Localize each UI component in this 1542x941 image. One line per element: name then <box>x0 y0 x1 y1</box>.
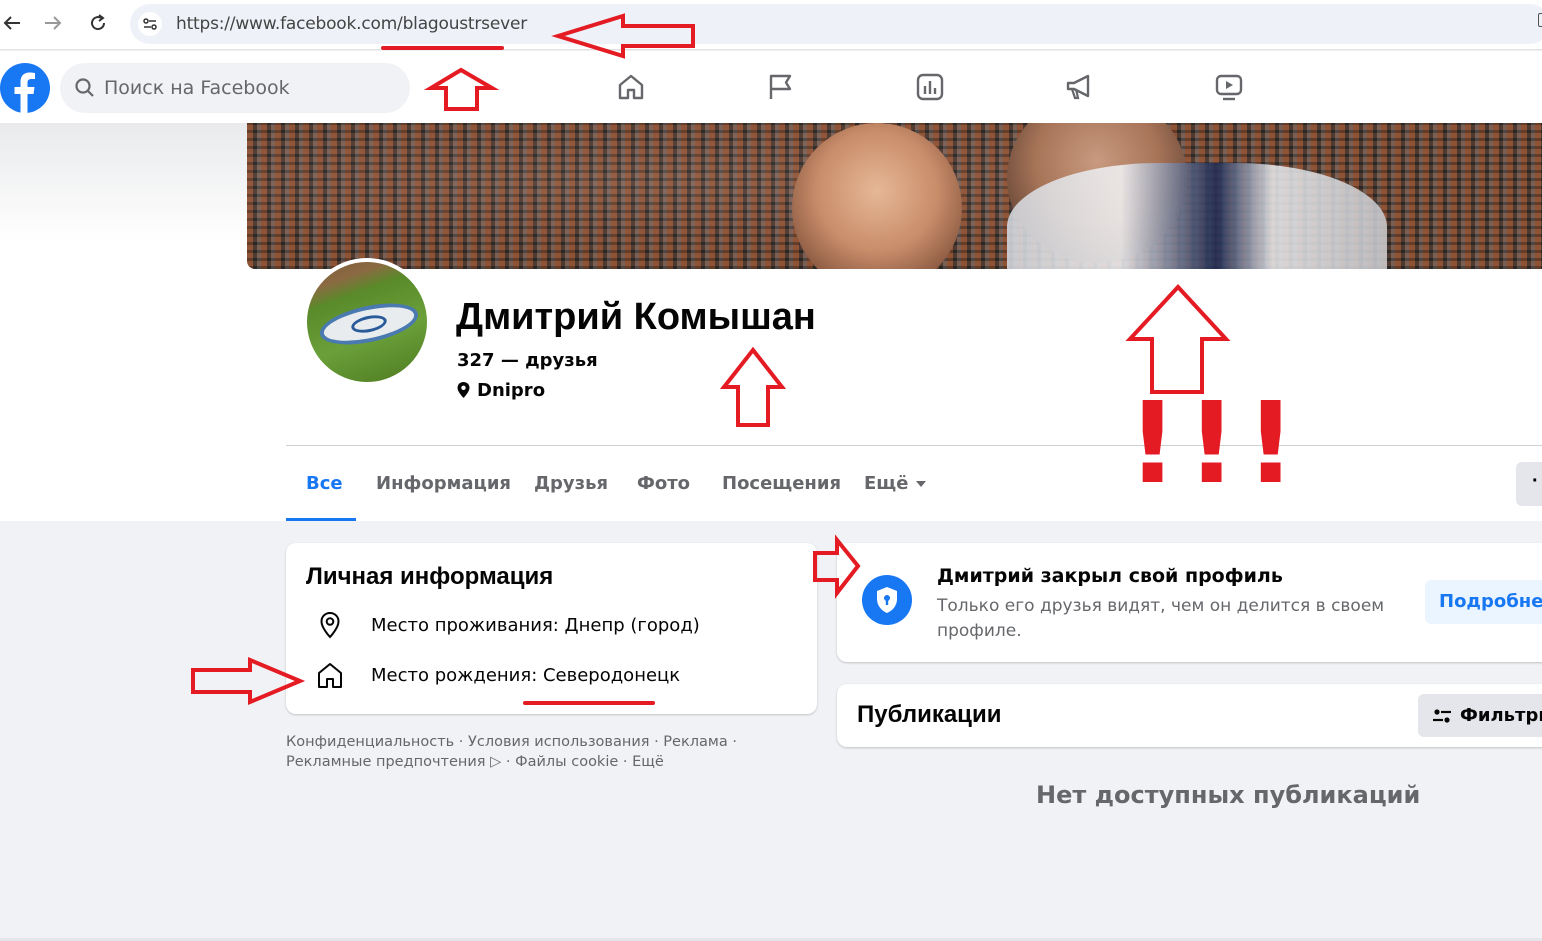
footer-links-line1[interactable]: Конфиденциальность · Условия использован… <box>286 732 756 752</box>
location-text: Dnipro <box>477 379 546 401</box>
footer-links[interactable]: Конфиденциальность · Условия использован… <box>286 732 756 772</box>
tab-more-label: Ещё <box>864 473 909 494</box>
no-posts-message: Нет доступных публикаций <box>1036 781 1421 809</box>
reload-icon[interactable] <box>85 10 111 36</box>
annotation-arrow-right-home <box>191 656 306 706</box>
active-tab-indicator <box>286 518 356 521</box>
profile-divider <box>286 445 1542 446</box>
birthplace-text: Место рождения: Северодонецк <box>371 664 681 686</box>
location-pin-icon <box>457 382 470 398</box>
tab-friends[interactable]: Друзья <box>534 460 608 510</box>
residence-text: Место проживания: Днепр (город) <box>371 614 700 636</box>
tab-photos[interactable]: Фото <box>637 460 690 510</box>
residence-row: Место проживания: Днепр (город) <box>314 609 700 641</box>
profile-location: Dnipro <box>457 379 545 401</box>
birthplace-row: Место рождения: Северодонецк <box>314 659 680 691</box>
search-icon <box>75 78 94 97</box>
url-text[interactable]: https://www.facebook.com/blagoustrsever <box>176 14 527 34</box>
facebook-header <box>0 51 1542 123</box>
search-input[interactable] <box>104 63 394 113</box>
video-icon[interactable] <box>1213 71 1245 103</box>
locked-profile-card: Дмитрий закрыл свой профиль Только его д… <box>837 543 1542 662</box>
flag-icon[interactable] <box>765 71 797 103</box>
tab-all[interactable]: Все <box>306 460 343 510</box>
forward-arrow-icon[interactable] <box>40 10 66 36</box>
posts-card: Публикации Фильтры <box>837 684 1542 747</box>
side-panel-icon[interactable] <box>1538 13 1542 27</box>
profile-more-button[interactable]: · <box>1516 462 1542 506</box>
address-bar[interactable]: https://www.facebook.com/blagoustrsever <box>130 4 1542 44</box>
filters-icon <box>1433 708 1451 723</box>
tab-check-ins[interactable]: Посещения <box>722 460 841 510</box>
home-icon[interactable] <box>615 71 647 103</box>
site-settings-icon[interactable] <box>138 12 162 36</box>
megaphone-icon[interactable] <box>1063 71 1095 103</box>
annotation-exclamation: !!! <box>1127 379 1305 509</box>
dashboard-icon[interactable] <box>914 71 946 103</box>
page-gutter <box>0 123 247 243</box>
posts-title: Публикации <box>857 701 1002 728</box>
locked-profile-title: Дмитрий закрыл свой профиль <box>937 565 1283 587</box>
locked-profile-description: Только его друзья видят, чем он делится … <box>937 596 1385 641</box>
back-arrow-icon[interactable] <box>0 10 26 36</box>
facebook-logo-icon[interactable] <box>0 63 50 113</box>
intro-title: Личная информация <box>306 563 554 590</box>
search-box[interactable] <box>60 63 410 113</box>
location-pin-icon <box>320 611 340 639</box>
filters-label: Фильтры <box>1460 705 1542 726</box>
tab-about[interactable]: Информация <box>376 460 511 510</box>
intro-card: Личная информация Место проживания: Днеп… <box>286 543 817 714</box>
profile-name: Дмитрий Комышан <box>456 296 816 338</box>
shield-lock-icon <box>862 575 912 625</box>
footer-links-line2[interactable]: Рекламные предпочтения ▷ · Файлы cookie … <box>286 752 756 772</box>
caret-down-icon <box>916 481 927 487</box>
learn-more-button[interactable]: Подробнее <box>1425 580 1542 624</box>
friends-count[interactable]: 327 — друзья <box>457 350 598 371</box>
tab-more[interactable]: Ещё <box>864 460 927 510</box>
cover-photo[interactable] <box>247 123 1542 269</box>
browser-toolbar: https://www.facebook.com/blagoustrsever <box>0 0 1542 50</box>
profile-avatar[interactable] <box>303 258 431 386</box>
home-icon <box>318 663 342 688</box>
filters-button[interactable]: Фильтры <box>1418 694 1542 737</box>
